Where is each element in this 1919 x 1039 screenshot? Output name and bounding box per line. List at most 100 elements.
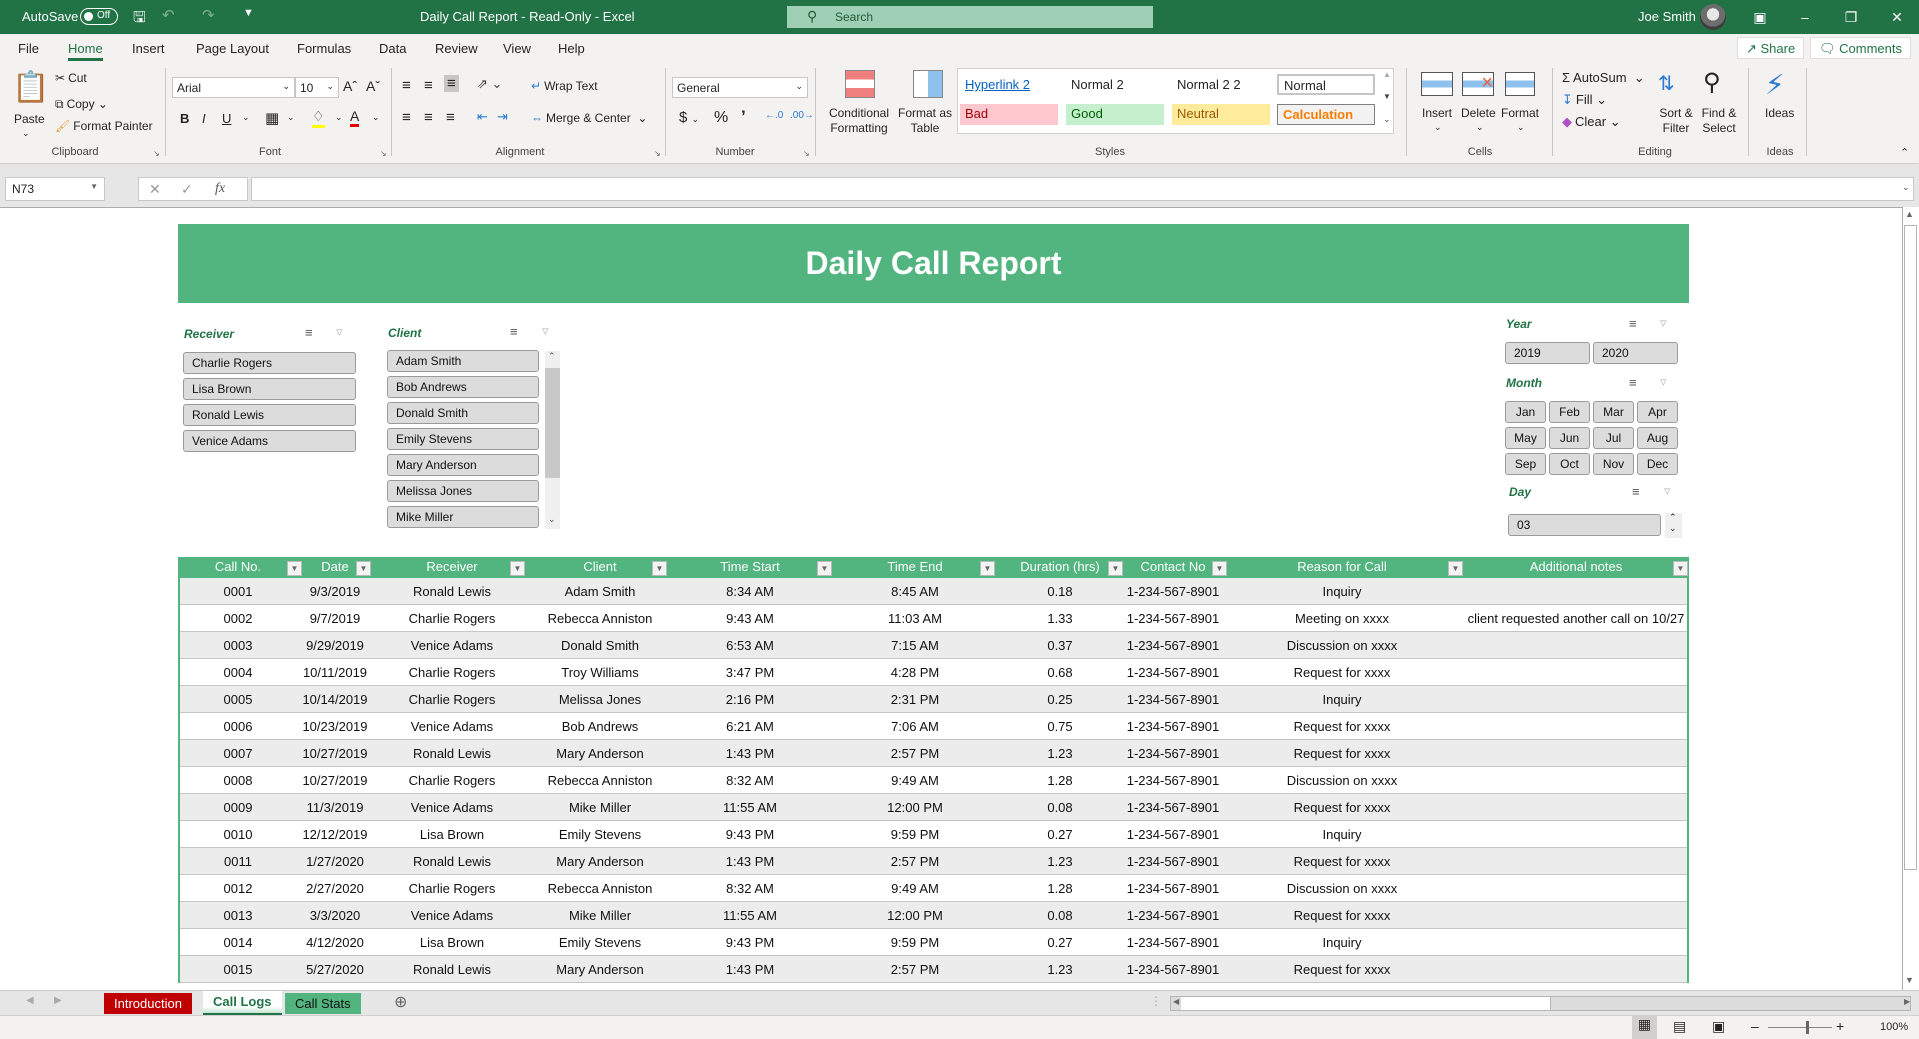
paste-dropdown-icon[interactable]: ⌄: [22, 128, 30, 139]
slicer-item-month[interactable]: Oct: [1549, 453, 1590, 475]
tab-data[interactable]: Data: [379, 41, 406, 56]
ribbon-display-icon[interactable]: ▣: [1745, 5, 1775, 29]
style-bad[interactable]: Bad: [960, 104, 1058, 125]
align-top-icon[interactable]: ≡: [402, 77, 411, 94]
slicer-item-month[interactable]: Feb: [1549, 401, 1590, 423]
tab-formulas[interactable]: Formulas: [297, 41, 351, 56]
font-family-select[interactable]: Arial ⌄: [172, 77, 295, 98]
user-name[interactable]: Joe Smith: [1638, 9, 1696, 24]
filter-dropdown-icon[interactable]: ▼: [1212, 561, 1227, 576]
table-cell[interactable]: Request for xxxx: [1192, 800, 1492, 815]
merge-center-button[interactable]: ⇔ Merge & Center ⌄: [531, 111, 647, 125]
insert-cells-icon[interactable]: [1421, 72, 1453, 96]
zoom-level[interactable]: 100%: [1880, 1021, 1908, 1033]
expand-formula-bar-icon[interactable]: ⌄: [1902, 182, 1910, 193]
slicer-item-month[interactable]: Dec: [1637, 453, 1678, 475]
tab-review[interactable]: Review: [435, 41, 478, 56]
zoom-slider[interactable]: [1768, 1027, 1832, 1028]
table-cell[interactable]: Request for xxxx: [1192, 908, 1492, 923]
tab-view[interactable]: View: [503, 41, 531, 56]
borders-icon[interactable]: ▦: [265, 109, 279, 127]
slicer-client-scrollbar[interactable]: ⌃ ⌄: [545, 351, 560, 529]
chevron-down-icon[interactable]: ⌄: [242, 112, 250, 123]
font-color-icon[interactable]: A: [350, 108, 360, 127]
zoom-slider-thumb[interactable]: [1806, 1021, 1809, 1034]
conditional-formatting-button[interactable]: Conditional Formatting: [826, 106, 892, 136]
vertical-scrollbar[interactable]: ▲ ▼: [1902, 207, 1919, 990]
table-cell[interactable]: Request for xxxx: [1192, 665, 1492, 680]
multi-select-icon[interactable]: ≡: [510, 324, 518, 339]
align-center-icon[interactable]: ≡: [424, 109, 433, 126]
delete-cells-button[interactable]: Delete: [1461, 106, 1496, 120]
slicer-item-receiver[interactable]: Lisa Brown: [183, 378, 356, 400]
font-size-select[interactable]: 10 ⌄: [295, 77, 339, 98]
table-cell[interactable]: Request for xxxx: [1192, 962, 1492, 977]
slicer-item-receiver[interactable]: Venice Adams: [183, 430, 356, 452]
format-cells-icon[interactable]: [1505, 72, 1535, 96]
multi-select-icon[interactable]: ≡: [1629, 375, 1637, 390]
clear-filter-icon[interactable]: ▿: [1660, 315, 1667, 331]
slicer-item-client[interactable]: Mike Miller: [387, 506, 539, 528]
slicer-item-receiver[interactable]: Charlie Rogers: [183, 352, 356, 374]
gallery-scroll-down-icon[interactable]: ▼: [1383, 92, 1391, 101]
slicer-item-client[interactable]: Emily Stevens: [387, 428, 539, 450]
style-normal[interactable]: Normal: [1277, 74, 1375, 95]
undo-icon[interactable]: ↶: [162, 6, 175, 24]
tab-page-layout[interactable]: Page Layout: [196, 41, 269, 56]
style-good[interactable]: Good: [1066, 104, 1164, 125]
sort-filter-icon[interactable]: ⇅: [1658, 71, 1675, 96]
align-middle-icon[interactable]: ≡: [424, 77, 433, 94]
add-sheet-icon[interactable]: ⊕: [394, 992, 407, 1012]
increase-indent-icon[interactable]: ⇥: [497, 109, 508, 125]
close-icon[interactable]: ✕: [1882, 5, 1912, 29]
clear-filter-icon[interactable]: ▿: [542, 323, 549, 339]
paste-icon[interactable]: 📋: [12, 70, 49, 105]
name-box[interactable]: N73 ▼: [5, 177, 105, 201]
zoom-out-icon[interactable]: –: [1751, 1018, 1759, 1034]
formula-input[interactable]: [251, 177, 1914, 201]
slicer-item-month[interactable]: Nov: [1593, 453, 1634, 475]
clear-button[interactable]: ◆ Clear ⌄: [1562, 114, 1621, 130]
style-hyperlink-2[interactable]: Hyperlink 2: [960, 75, 1058, 96]
table-cell[interactable]: Request for xxxx: [1192, 719, 1492, 734]
percent-button[interactable]: %: [714, 109, 728, 127]
ideas-icon[interactable]: ⚡: [1765, 68, 1785, 101]
increase-decimal-icon[interactable]: ←.0: [765, 110, 783, 121]
format-cells-button[interactable]: Format: [1501, 106, 1539, 120]
tab-help[interactable]: Help: [558, 41, 585, 56]
filter-dropdown-icon[interactable]: ▼: [1448, 561, 1463, 576]
sheet-tab-call-logs[interactable]: Call Logs: [203, 991, 282, 1015]
number-format-select[interactable]: General ⌄: [672, 77, 808, 98]
table-cell[interactable]: Inquiry: [1192, 827, 1492, 842]
share-button[interactable]: ↗ Share: [1737, 37, 1805, 59]
dialog-launcher-icon[interactable]: ↘: [380, 149, 387, 158]
currency-button[interactable]: $ ⌄: [679, 109, 699, 126]
slicer-item-month[interactable]: Aug: [1637, 427, 1678, 449]
normal-view-icon[interactable]: ▦: [1632, 1016, 1657, 1039]
slicer-item-receiver[interactable]: Ronald Lewis: [183, 404, 356, 426]
insert-function-icon[interactable]: fx: [215, 181, 225, 197]
slicer-item-client[interactable]: Melissa Jones: [387, 480, 539, 502]
table-cell[interactable]: Request for xxxx: [1192, 854, 1492, 869]
comments-button[interactable]: 🗨 Comments: [1810, 37, 1911, 59]
slicer-item-month[interactable]: May: [1505, 427, 1546, 449]
sheet-tab-introduction[interactable]: Introduction: [104, 993, 192, 1014]
clear-filter-icon[interactable]: ▿: [1660, 374, 1667, 390]
slicer-item-month[interactable]: Jun: [1549, 427, 1590, 449]
align-left-icon[interactable]: ≡: [402, 109, 411, 126]
slicer-item-month[interactable]: Apr: [1637, 401, 1678, 423]
style-neutral[interactable]: Neutral: [1172, 104, 1270, 125]
restore-icon[interactable]: ❐: [1836, 5, 1866, 29]
slicer-item-day[interactable]: 03: [1508, 514, 1661, 536]
fill-button[interactable]: ↧ Fill ⌄: [1562, 92, 1607, 108]
day-spinner[interactable]: ⌃ ⌄: [1665, 512, 1682, 538]
clear-filter-icon[interactable]: ▿: [1664, 483, 1671, 499]
style-normal-2[interactable]: Normal 2: [1066, 75, 1164, 96]
scroll-thumb[interactable]: [1904, 225, 1917, 870]
slicer-item-client[interactable]: Donald Smith: [387, 402, 539, 424]
page-break-view-icon[interactable]: ▣: [1712, 1018, 1725, 1035]
filter-dropdown-icon[interactable]: ▼: [1673, 561, 1688, 576]
multi-select-icon[interactable]: ≡: [305, 325, 313, 340]
customize-qat-icon[interactable]: ▼: [243, 7, 254, 19]
insert-cells-button[interactable]: Insert: [1422, 106, 1452, 120]
